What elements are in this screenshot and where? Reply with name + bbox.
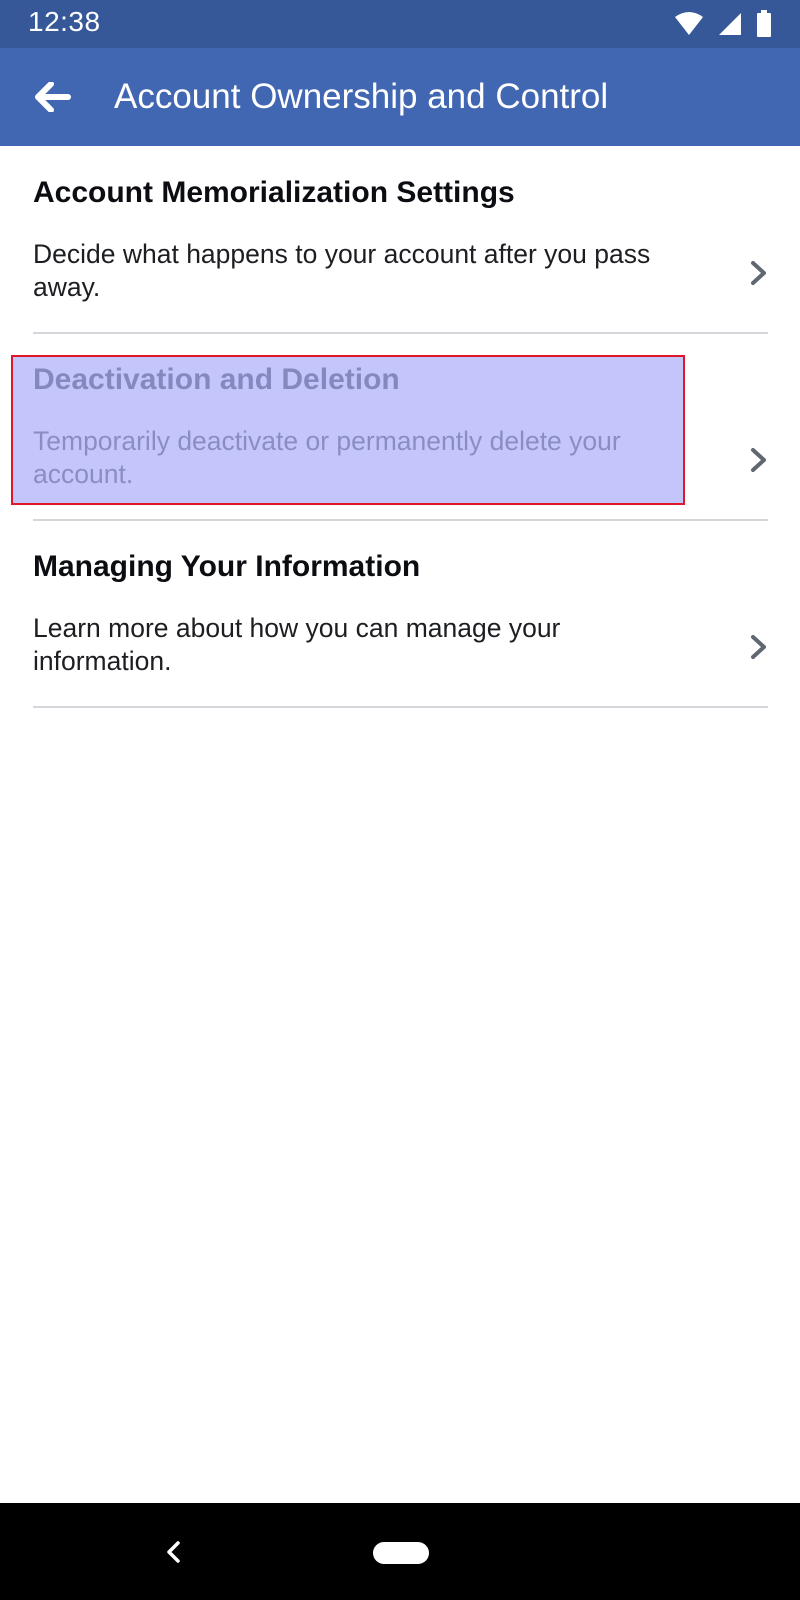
nav-home-pill[interactable]: [373, 1542, 429, 1564]
item-description: Learn more about how you can manage your…: [33, 613, 561, 676]
wifi-icon: [675, 12, 703, 35]
chevron-right-icon: [751, 635, 766, 659]
status-time: 12:38: [28, 6, 101, 37]
arrow-left-icon: [35, 82, 71, 112]
app-bar: Account Ownership and Control: [0, 48, 800, 146]
chevron-right-icon: [751, 448, 766, 472]
back-button[interactable]: [30, 75, 76, 119]
chevron-right-icon: [751, 261, 766, 285]
item-description: Decide what happens to your account afte…: [33, 239, 651, 302]
item-description: Temporarily deactivate or permanently de…: [33, 426, 621, 489]
battery-icon: [757, 10, 771, 37]
divider: [33, 706, 768, 708]
item-title: Deactivation and Deletion: [33, 363, 400, 396]
item-title: Account Memorialization Settings: [33, 176, 515, 209]
list-item-managing-information[interactable]: Managing Your Information Learn more abo…: [0, 520, 800, 707]
nav-back-icon[interactable]: [160, 1535, 188, 1569]
status-bar: 12:38: [0, 0, 800, 48]
page-title: Account Ownership and Control: [114, 77, 609, 116]
signal-icon: [719, 13, 741, 35]
list-item-memorialization[interactable]: Account Memorialization Settings Decide …: [0, 146, 800, 333]
item-title: Managing Your Information: [33, 550, 421, 583]
system-nav-bar: [0, 1503, 800, 1600]
status-icons: [674, 10, 772, 38]
list-item-deactivation[interactable]: Deactivation and Deletion Temporarily de…: [0, 333, 800, 520]
